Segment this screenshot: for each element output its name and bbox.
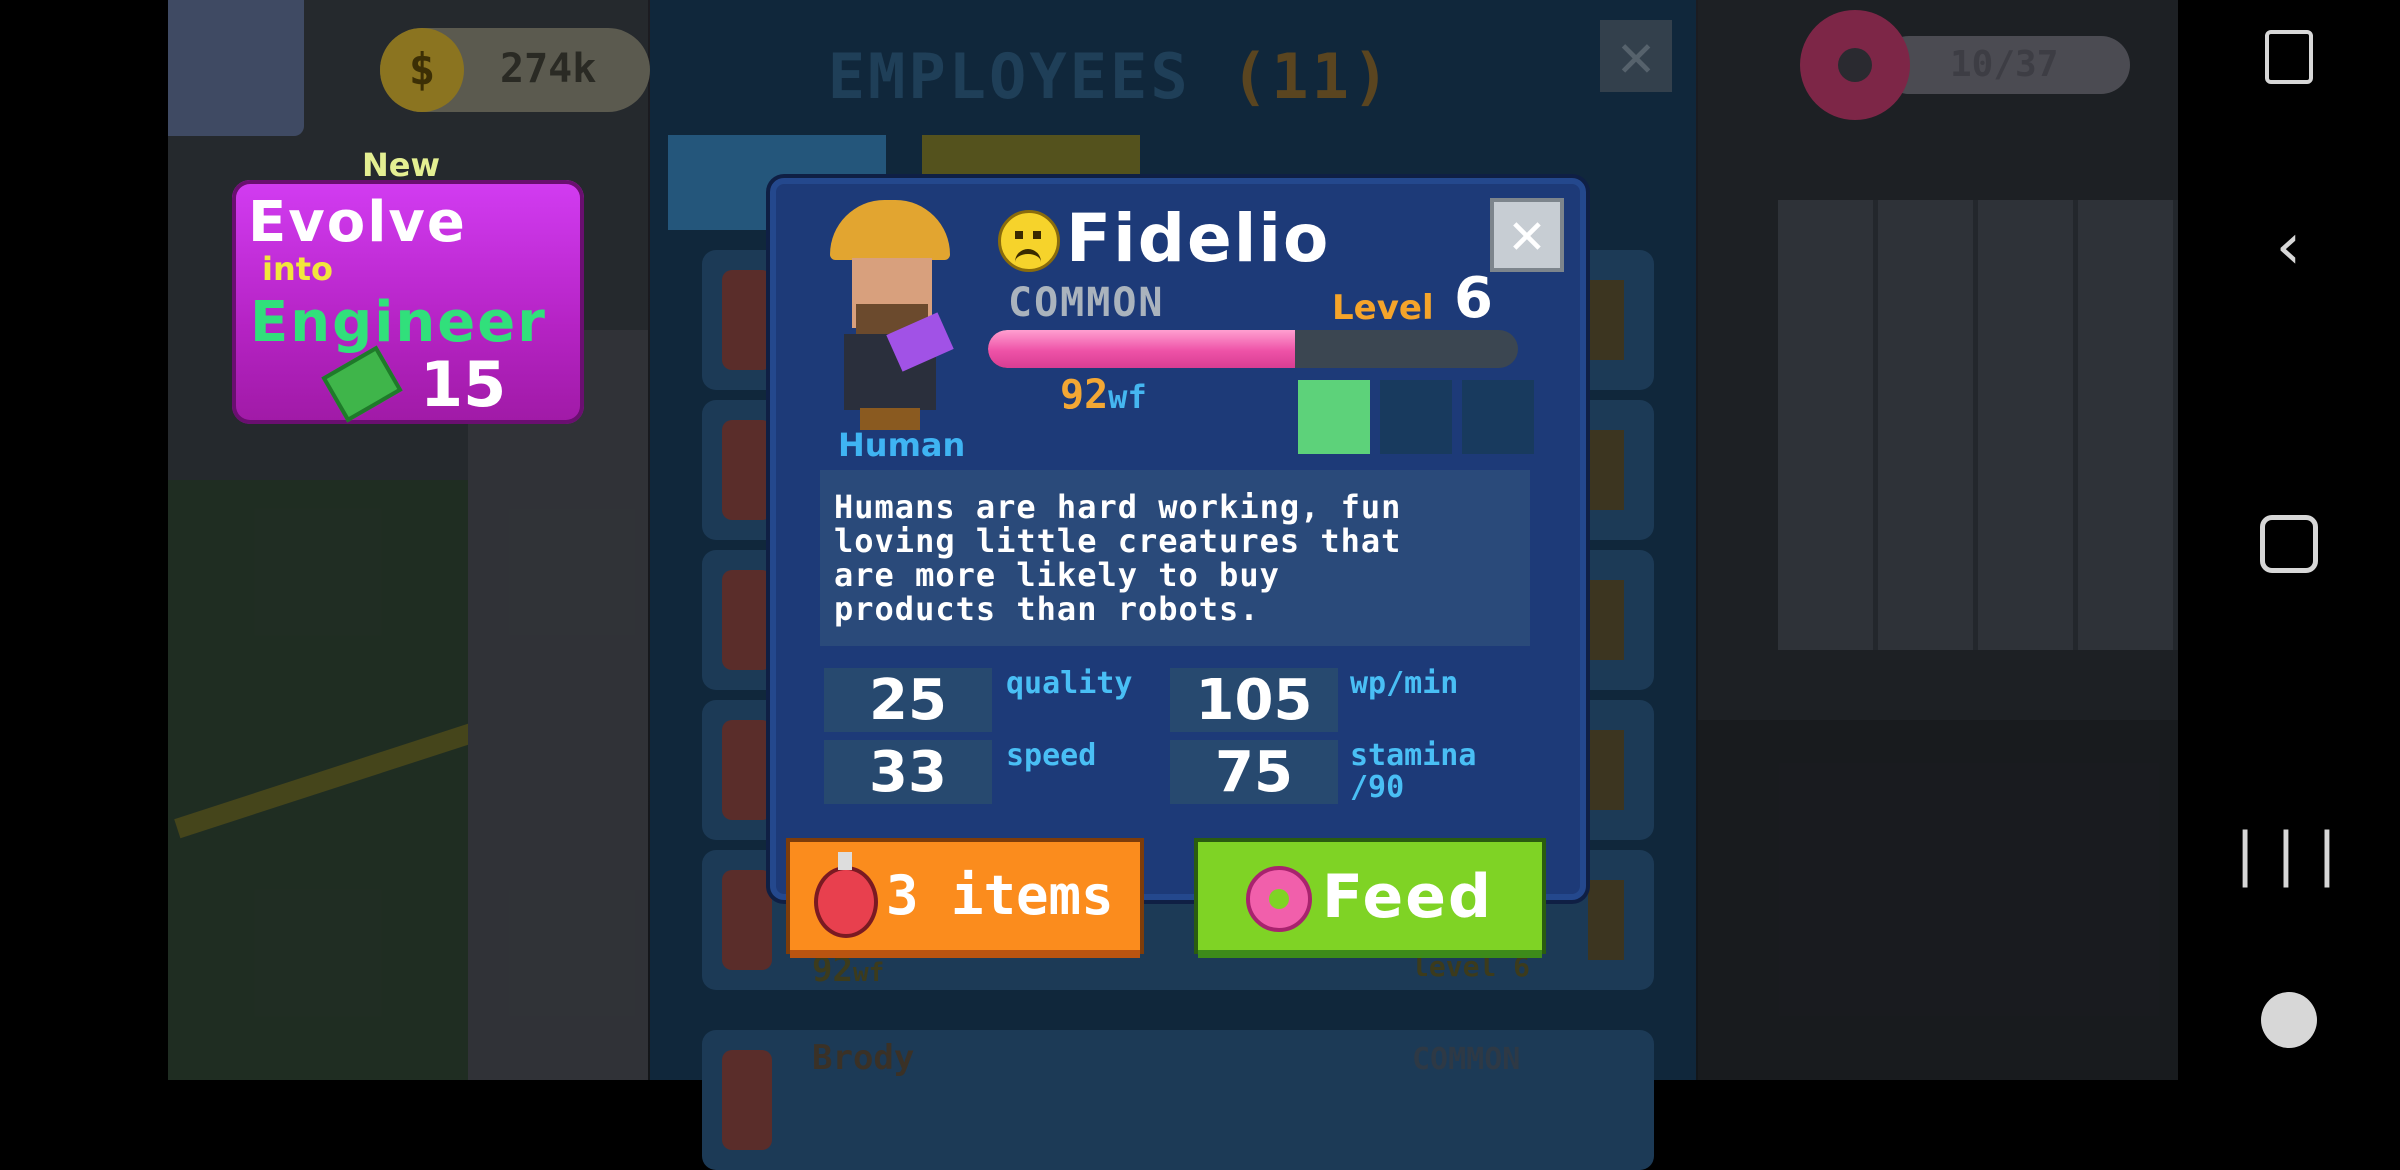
description-text: Humans are hard working, fun loving litt…: [834, 488, 1402, 628]
row-wf: 92wf: [812, 950, 885, 990]
back-icon[interactable]: ‹: [2178, 210, 2400, 284]
employees-title: EMPLOYEES (11): [827, 40, 1393, 113]
upgrade-slot: [1462, 380, 1534, 454]
quality-value: 25: [824, 668, 992, 733]
level-value: 6: [1454, 266, 1493, 331]
xp-progress-fill: [988, 330, 1296, 368]
donut-icon: [1246, 866, 1312, 932]
cash-icon: [321, 345, 403, 423]
stamina-label: stamina /90: [1350, 738, 1477, 805]
coin-counter: $ 274k: [380, 28, 650, 112]
home-icon[interactable]: [2178, 515, 2400, 577]
items-button[interactable]: 3 items: [790, 842, 1140, 950]
wp-value: 105: [1170, 668, 1338, 733]
evolve-line1: Evolve: [248, 190, 467, 255]
feed-button[interactable]: Feed: [1198, 842, 1542, 950]
row-rarity: COMMON: [1412, 1042, 1521, 1077]
row-level: level 6: [1412, 950, 1531, 983]
close-icon[interactable]: ✕: [1490, 198, 1564, 272]
wp-label: wp/min: [1350, 666, 1459, 701]
quality-label: quality: [1006, 666, 1133, 701]
evolve-button[interactable]: Evolve into Engineer 15: [232, 180, 584, 424]
speed-value: 33: [824, 740, 992, 805]
coin-value: 274k: [500, 46, 597, 92]
screen-lock-icon[interactable]: [2178, 30, 2400, 88]
speed-label: speed: [1006, 738, 1097, 773]
stamina-value: 75: [1170, 740, 1338, 805]
potion-icon: [814, 852, 878, 938]
donut-value: 10/37: [1950, 44, 2059, 85]
recent-apps-icon[interactable]: |||: [2178, 820, 2400, 888]
android-nav-bar: ‹ |||: [2178, 0, 2400, 1080]
character-race: Human: [838, 426, 966, 464]
evolve-line2: into: [262, 250, 334, 288]
sad-face-icon: [998, 210, 1060, 272]
employee-name: Fidelio: [1066, 200, 1331, 277]
donut-counter: 10/37: [1800, 10, 2130, 120]
list-item[interactable]: Brody COMMON: [702, 1030, 1654, 1170]
evolve-cost: 15: [420, 348, 507, 421]
level-label: Level: [1332, 288, 1434, 328]
work-force-value: 92wf: [1060, 372, 1147, 418]
items-label: 3 items: [886, 864, 1114, 927]
character-sprite: [830, 200, 954, 430]
evolve-line3: Engineer: [250, 290, 547, 355]
upgrade-slot: [1380, 380, 1452, 454]
upgrade-slot: [1298, 380, 1370, 454]
feed-label: Feed: [1322, 862, 1493, 932]
description-box: Humans are hard working, fun loving litt…: [820, 470, 1530, 646]
game-tools-icon[interactable]: [2178, 992, 2400, 1052]
employees-close-button[interactable]: ✕: [1600, 20, 1672, 92]
rarity-label: COMMON: [1008, 280, 1165, 326]
player-avatar[interactable]: [168, 0, 304, 136]
new-label: New: [362, 146, 441, 184]
donut-icon: [1800, 10, 1910, 120]
coin-icon: $: [380, 28, 464, 112]
row-name: Brody: [812, 1038, 915, 1078]
xp-progress-bar: [988, 330, 1518, 368]
